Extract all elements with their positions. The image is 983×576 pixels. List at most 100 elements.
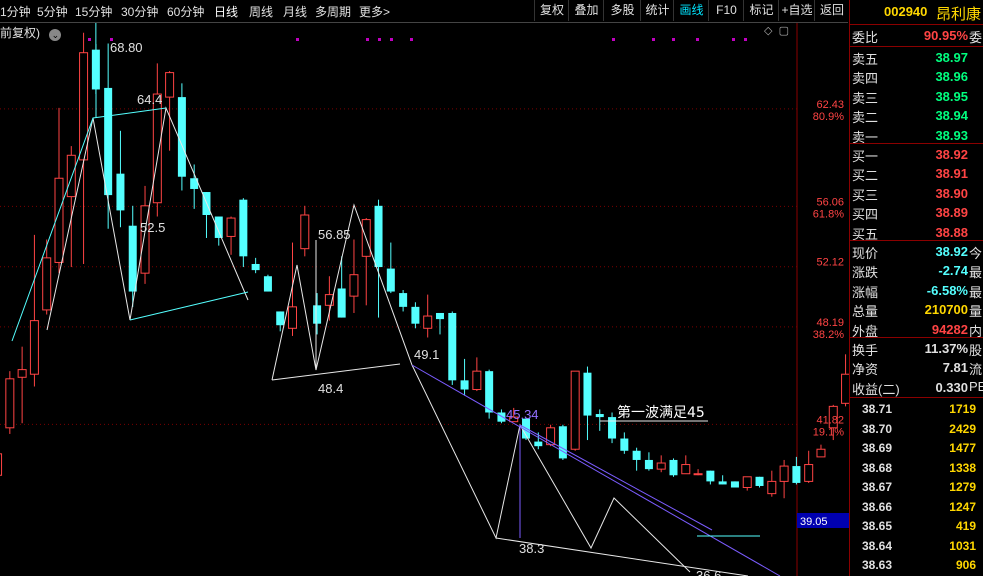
axis-price-label: 41.82: [816, 414, 844, 426]
candle-body: [276, 311, 285, 326]
candle-body: [177, 97, 186, 177]
ask-row: 卖一 38.93: [850, 126, 983, 145]
event-marker: [378, 38, 381, 41]
stat-row: 涨幅 -6.58% 最: [850, 281, 983, 300]
candle-body: [816, 448, 826, 458]
price-annotation: 56.85: [318, 227, 351, 242]
tick-price: 38.66: [862, 499, 893, 514]
period-tab[interactable]: 月线: [283, 3, 307, 20]
stock-name: 昂利康: [936, 6, 982, 23]
tick-row: 38.67 1279: [850, 478, 983, 497]
bid-value: 38.90: [935, 185, 968, 201]
toolbar-button[interactable]: 返回: [814, 0, 849, 21]
bid-value: 38.91: [935, 166, 968, 182]
period-tab[interactable]: 5分钟: [37, 3, 68, 20]
candle-body: [767, 480, 777, 495]
candle-body: [337, 288, 346, 318]
tick-row: 38.63 906: [850, 556, 983, 575]
period-tab[interactable]: 60分钟: [167, 3, 204, 20]
ask-value: 38.94: [935, 108, 968, 124]
quote-panel: 002940 昂利康 委比 90.95% 委 卖五 38.97 卖四 38.96 卖三 3…: [849, 0, 983, 576]
trend-line: [129, 291, 249, 321]
stock-title: 002940 昂利康: [850, 3, 983, 23]
candle-body: [644, 459, 653, 470]
price-annotation: 49.1: [414, 347, 439, 362]
toolbar-button[interactable]: 统计: [640, 0, 674, 21]
weibi-label: 委比: [852, 30, 879, 45]
candle-body: [0, 453, 3, 476]
period-tab[interactable]: 更多>: [359, 3, 390, 20]
dropdown-icon[interactable]: ⌄: [49, 29, 62, 41]
stat-row: 外盘 94282 内: [850, 320, 983, 339]
tick-row: 38.65 419: [850, 517, 983, 536]
candle-body: [29, 320, 39, 375]
period-tab[interactable]: 多周期: [315, 3, 351, 20]
tick-row: 38.66 1247: [850, 498, 983, 517]
stat2-suffix: 流: [969, 362, 983, 378]
price-annotation: 38.3: [519, 541, 544, 556]
event-marker: [672, 38, 675, 41]
stat2-label: 换手: [852, 343, 879, 358]
toolbar-button[interactable]: +自选: [778, 0, 815, 21]
bid-label: 买二: [852, 168, 879, 184]
stat-label: 总量: [852, 304, 879, 320]
fq-label: 前复权): [0, 26, 40, 40]
toolbar-button[interactable]: 多股: [603, 0, 641, 21]
toolbar-button[interactable]: F10: [708, 0, 744, 21]
event-marker: [612, 38, 615, 41]
tick-volume: 1338: [949, 460, 976, 475]
candle-body: [497, 412, 506, 422]
period-tab[interactable]: 30分钟: [121, 3, 158, 20]
current-price-label: 39.05: [800, 516, 828, 528]
toolbar-button[interactable]: 复权: [534, 0, 569, 21]
event-marker: [390, 38, 393, 41]
tick-row: 38.69 1477: [850, 439, 983, 458]
candle-body: [841, 373, 849, 404]
candle-body: [570, 370, 580, 450]
candle-body: [755, 476, 764, 486]
stat-label: 涨跌: [852, 265, 879, 281]
event-marker: [410, 38, 413, 41]
price-annotation: 48.4: [318, 381, 343, 396]
period-tab[interactable]: 日线: [214, 3, 238, 20]
candle-body: [226, 217, 236, 237]
stat-suffix: 今: [969, 246, 983, 261]
bid-row: 买一 38.92: [850, 145, 983, 164]
stat-suffix: 最: [969, 284, 983, 300]
price-annotation: 36.6: [696, 568, 721, 576]
toolbar-button[interactable]: 标记: [743, 0, 779, 21]
toolbar-button[interactable]: 画线: [673, 0, 709, 21]
candle-body: [5, 378, 15, 429]
candle-body: [116, 173, 125, 211]
candle-body: [104, 87, 113, 196]
axis-pct-label: 38.2%: [813, 329, 844, 341]
candle-body: [534, 441, 543, 447]
period-toolbar: 1分钟 5分钟 15分钟 30分钟 60分钟 日线 周线 月线 多周期 更多> 复权 叠加 多股 统计 画线…: [0, 0, 848, 23]
event-markers: [88, 38, 747, 41]
bid-value: 38.89: [935, 205, 968, 221]
stat-label: 涨幅: [852, 284, 879, 300]
toolbar-button[interactable]: 叠加: [568, 0, 604, 21]
stat-row: 现价 38.92 今: [850, 242, 983, 261]
bid-row: 买四 38.89: [850, 203, 983, 222]
period-tab[interactable]: 15分钟: [75, 3, 112, 20]
ask-value: 38.96: [935, 69, 968, 85]
stat2-suffix: 股: [969, 343, 983, 358]
ask-label: 卖二: [852, 110, 879, 126]
candle-body: [349, 274, 359, 297]
event-marker: [88, 38, 91, 41]
candles-layer: [0, 11, 849, 499]
period-tab[interactable]: 周线: [249, 3, 273, 20]
weibi-value: 90.95%: [923, 28, 968, 43]
axis-pct-label: 19.1%: [813, 426, 844, 438]
kline-chart[interactable]: 68.80 64.4 52.5 56.85 48.4 49.1 45.34 38.3 36.6 第…: [0, 0, 849, 576]
chart-settings-icons[interactable]: ◇ ▢: [764, 24, 789, 37]
bid-label: 买一: [852, 149, 879, 164]
axis-price-label: 56.06: [816, 196, 844, 208]
stat-value: 38.92: [935, 244, 968, 259]
ask-row: 卖四 38.96: [850, 67, 983, 86]
candle-body: [435, 312, 444, 320]
weibi-row: 委比 90.95% 委: [850, 26, 983, 45]
period-tab[interactable]: 1分钟: [0, 3, 31, 20]
candle-body: [656, 462, 666, 470]
